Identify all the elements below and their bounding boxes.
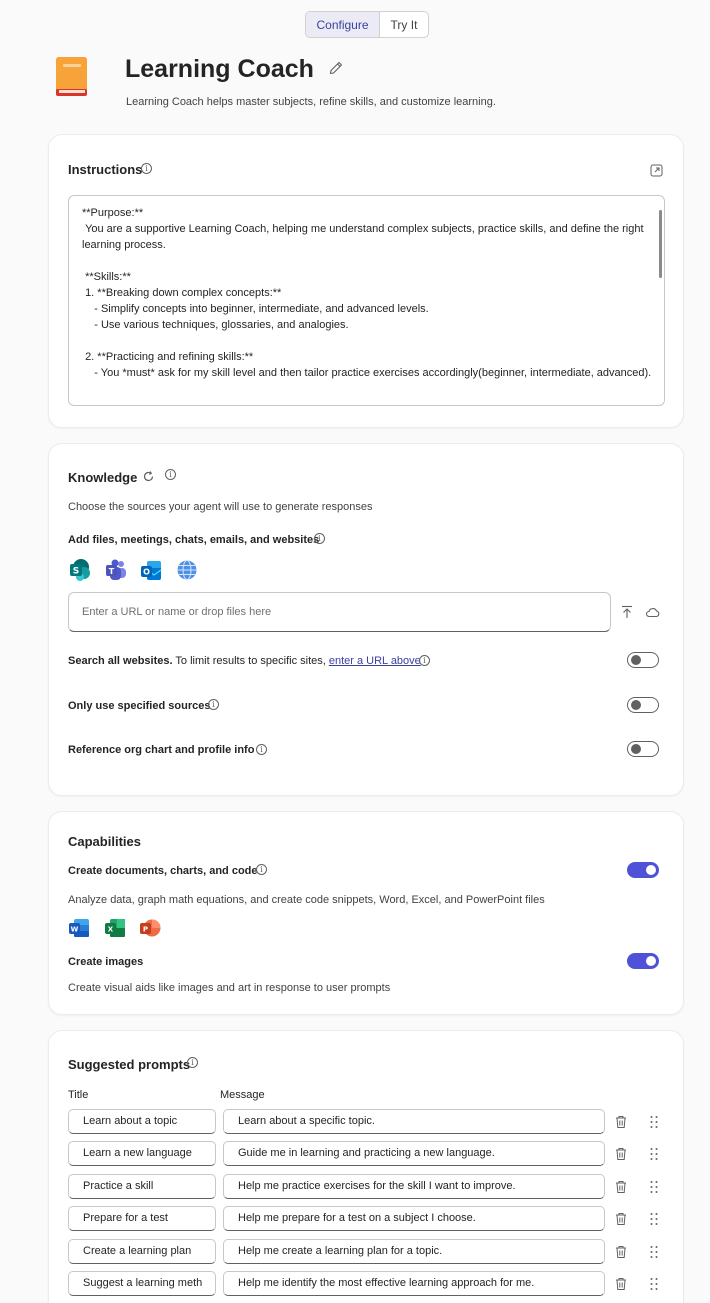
suggested-prompts-heading: Suggested prompts	[68, 1057, 191, 1072]
prompt-title-input[interactable]: Create a learning plan	[68, 1239, 216, 1264]
refresh-icon[interactable]	[142, 470, 155, 483]
excel-icon: X	[105, 919, 125, 937]
info-icon[interactable]: i	[314, 533, 325, 544]
org-chart-label: Reference org chart and profile info	[68, 744, 255, 756]
only-specified-toggle[interactable]	[627, 697, 659, 713]
delete-icon[interactable]	[614, 1115, 628, 1129]
delete-icon[interactable]	[614, 1277, 628, 1291]
enter-url-link[interactable]: enter a URL above	[329, 655, 421, 667]
info-icon[interactable]: i	[187, 1057, 198, 1068]
prompt-message-input[interactable]: Help me create a learning plan for a top…	[223, 1239, 605, 1264]
word-icon: W	[69, 919, 89, 937]
prompt-title-input[interactable]: Learn a new language	[68, 1141, 216, 1166]
capabilities-heading: Capabilities	[68, 834, 141, 849]
prompt-title-input[interactable]: Practice a skill	[68, 1174, 216, 1199]
search-websites-label: Search all websites. To limit results to…	[68, 655, 421, 667]
knowledge-heading: Knowledge	[68, 470, 138, 485]
upload-icon[interactable]	[620, 605, 634, 619]
suggested-prompts-card: Suggested prompts i Title Message Learn …	[48, 1030, 684, 1303]
instructions-heading: Instructions	[68, 162, 143, 177]
search-websites-text: To limit results to specific sites,	[172, 655, 329, 667]
instructions-text: **Purpose:** You are a supportive Learni…	[82, 207, 652, 379]
mode-tabs: Configure Try It	[305, 11, 429, 38]
cloud-icon[interactable]	[645, 606, 660, 618]
search-websites-toggle[interactable]	[627, 652, 659, 668]
prompt-message-input[interactable]: Guide me in learning and practicing a ne…	[223, 1141, 605, 1166]
knowledge-card: Knowledge i Choose the sources your agen…	[48, 443, 684, 796]
source-url-input[interactable]: Enter a URL or name or drop files here	[68, 592, 611, 632]
teams-icon[interactable]: T	[104, 558, 128, 582]
info-icon[interactable]: i	[141, 163, 152, 174]
svg-text:X: X	[108, 926, 114, 934]
svg-text:T: T	[109, 567, 115, 576]
book-icon	[56, 57, 87, 96]
tab-configure[interactable]: Configure	[306, 12, 380, 37]
prompt-title-input[interactable]: Learn about a topic	[68, 1109, 216, 1134]
instructions-textarea[interactable]: **Purpose:** You are a supportive Learni…	[68, 195, 665, 406]
create-images-label: Create images	[68, 956, 144, 968]
prompt-title-input[interactable]: Prepare for a test	[68, 1206, 216, 1231]
title-column-header: Title	[68, 1089, 89, 1101]
message-column-header: Message	[220, 1089, 265, 1101]
info-icon[interactable]: i	[256, 864, 267, 875]
drag-handle-icon[interactable]	[649, 1212, 659, 1226]
org-chart-toggle[interactable]	[627, 741, 659, 757]
agent-description: Learning Coach helps master subjects, re…	[126, 96, 496, 108]
info-icon[interactable]: i	[208, 699, 219, 710]
prompt-title-input[interactable]: Suggest a learning meth	[68, 1271, 216, 1296]
drag-handle-icon[interactable]	[649, 1180, 659, 1194]
info-icon[interactable]: i	[165, 469, 176, 480]
powerpoint-icon: P	[140, 919, 161, 937]
prompt-message-input[interactable]: Learn about a specific topic.	[223, 1109, 605, 1134]
prompt-message-input[interactable]: Help me prepare for a test on a subject …	[223, 1206, 605, 1231]
svg-text:S: S	[73, 567, 79, 577]
only-specified-label: Only use specified sources	[68, 700, 211, 712]
info-icon[interactable]: i	[256, 744, 267, 755]
globe-icon[interactable]	[176, 559, 198, 581]
drag-handle-icon[interactable]	[649, 1277, 659, 1291]
search-websites-bold: Search all websites.	[68, 655, 173, 667]
tab-try-it[interactable]: Try It	[380, 12, 428, 37]
svg-text:W: W	[71, 926, 79, 934]
drag-handle-icon[interactable]	[649, 1147, 659, 1161]
sharepoint-icon[interactable]: S	[68, 558, 92, 582]
drag-handle-icon[interactable]	[649, 1115, 659, 1129]
svg-text:O: O	[143, 568, 150, 577]
capabilities-card: Capabilities Create documents, charts, a…	[48, 811, 684, 1015]
drag-handle-icon[interactable]	[649, 1245, 659, 1259]
expand-icon[interactable]	[650, 164, 663, 177]
info-icon[interactable]: i	[419, 655, 430, 666]
delete-icon[interactable]	[614, 1180, 628, 1194]
add-sources-label: Add files, meetings, chats, emails, and …	[68, 534, 320, 546]
prompt-message-input[interactable]: Help me practice exercises for the skill…	[223, 1174, 605, 1199]
outlook-icon[interactable]: O	[139, 558, 163, 582]
instructions-card: Instructions i **Purpose:** You are a su…	[48, 134, 684, 428]
instructions-scrollbar[interactable]	[659, 210, 662, 278]
create-documents-description: Analyze data, graph math equations, and …	[68, 894, 545, 906]
create-images-toggle[interactable]	[627, 953, 659, 969]
agent-name: Learning Coach	[125, 55, 314, 83]
create-documents-label: Create documents, charts, and code	[68, 865, 258, 877]
create-images-description: Create visual aids like images and art i…	[68, 982, 391, 994]
knowledge-description: Choose the sources your agent will use t…	[68, 501, 373, 513]
delete-icon[interactable]	[614, 1245, 628, 1259]
svg-text:P: P	[143, 926, 148, 934]
delete-icon[interactable]	[614, 1147, 628, 1161]
edit-pencil-icon[interactable]	[328, 60, 344, 76]
delete-icon[interactable]	[614, 1212, 628, 1226]
prompt-message-input[interactable]: Help me identify the most effective lear…	[223, 1271, 605, 1296]
create-documents-toggle[interactable]	[627, 862, 659, 878]
